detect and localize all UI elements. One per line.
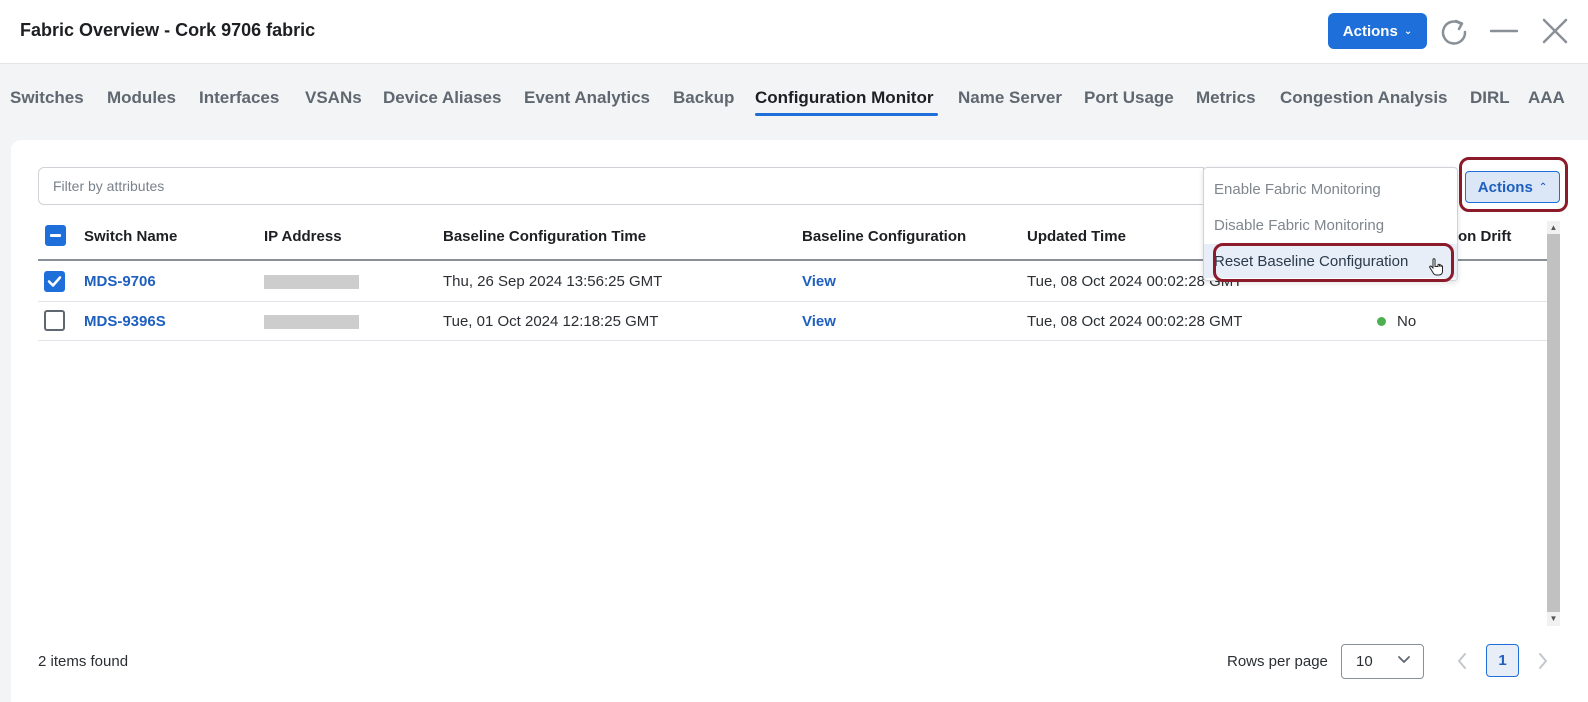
- filter-input[interactable]: [38, 167, 1204, 205]
- page-button[interactable]: 1: [1486, 644, 1519, 677]
- tab-configuration-monitor[interactable]: Configuration Monitor: [755, 88, 933, 108]
- minimize-icon[interactable]: [1490, 18, 1518, 46]
- tab-vsans[interactable]: VSANs: [305, 88, 362, 108]
- menu-item-disable-fabric-monitoring[interactable]: Disable Fabric Monitoring: [1204, 208, 1457, 242]
- column-header-baseline-time[interactable]: Baseline Configuration Time: [443, 228, 646, 245]
- tab-metrics[interactable]: Metrics: [1196, 88, 1256, 108]
- refresh-icon[interactable]: [1439, 17, 1469, 47]
- row-divider: [38, 301, 1547, 302]
- status-dot-green: [1377, 317, 1386, 326]
- tab-name-server[interactable]: Name Server: [958, 88, 1062, 108]
- tab-backup[interactable]: Backup: [673, 88, 734, 108]
- previous-page-icon[interactable]: [1455, 652, 1469, 670]
- rows-per-page-select[interactable]: 10: [1341, 644, 1424, 679]
- tab-port-usage[interactable]: Port Usage: [1084, 88, 1174, 108]
- rows-per-page-value: 10: [1356, 653, 1373, 670]
- tab-aaa[interactable]: AAA: [1528, 88, 1565, 108]
- row-checkbox[interactable]: [44, 271, 65, 292]
- hand-cursor-icon: [1429, 258, 1443, 276]
- column-header-drift[interactable]: on Drift: [1458, 228, 1511, 245]
- header-actions-button[interactable]: Actions ⌄: [1328, 13, 1427, 49]
- tab-dirl[interactable]: DIRL: [1470, 88, 1510, 108]
- drift-status: No: [1397, 313, 1417, 330]
- items-found-count: 2 items found: [38, 653, 129, 670]
- baseline-time: Tue, 01 Oct 2024 12:18:25 GMT: [443, 313, 659, 330]
- tab-interfaces[interactable]: Interfaces: [199, 88, 279, 108]
- scrollbar-thumb[interactable]: [1547, 234, 1560, 612]
- highlight-outline: [1213, 243, 1454, 282]
- tab-device-aliases[interactable]: Device Aliases: [383, 88, 501, 108]
- view-baseline-link[interactable]: View: [802, 313, 836, 330]
- view-baseline-link[interactable]: View: [802, 273, 836, 290]
- updated-time: Tue, 08 Oct 2024 00:02:28 GMT: [1027, 313, 1243, 330]
- tab-congestion-analysis[interactable]: Congestion Analysis: [1280, 88, 1448, 108]
- next-page-icon[interactable]: [1536, 652, 1550, 670]
- row-checkbox[interactable]: [44, 310, 65, 331]
- header-actions-label: Actions: [1342, 22, 1398, 40]
- ip-address-redacted: [264, 275, 359, 289]
- baseline-time: Thu, 26 Sep 2024 13:56:25 GMT: [443, 273, 663, 290]
- scroll-up-arrow-icon[interactable]: ▲: [1547, 221, 1560, 234]
- close-icon[interactable]: [1541, 17, 1569, 45]
- page-title: Fabric Overview - Cork 9706 fabric: [20, 20, 316, 40]
- tab-event-analytics[interactable]: Event Analytics: [524, 88, 650, 108]
- column-header-updated-time[interactable]: Updated Time: [1027, 228, 1126, 245]
- chevron-down-icon: ⌄: [1403, 25, 1413, 37]
- menu-item-enable-fabric-monitoring[interactable]: Enable Fabric Monitoring: [1204, 172, 1457, 206]
- column-header-switch-name[interactable]: Switch Name: [84, 228, 177, 245]
- highlight-outline: [1459, 157, 1568, 212]
- check-icon: [47, 276, 62, 287]
- scroll-down-arrow-icon[interactable]: ▼: [1547, 612, 1560, 625]
- switch-name-link[interactable]: MDS-9706: [84, 273, 156, 290]
- rows-per-page-label: Rows per page: [1227, 653, 1328, 670]
- tab-modules[interactable]: Modules: [107, 88, 176, 108]
- active-tab-indicator: [755, 113, 938, 116]
- column-header-ip-address[interactable]: IP Address: [264, 228, 342, 245]
- column-header-baseline-config[interactable]: Baseline Configuration: [802, 228, 966, 245]
- select-all-checkbox[interactable]: [45, 225, 66, 246]
- chevron-down-icon: [1398, 656, 1410, 663]
- window-header: Fabric Overview - Cork 9706 fabric Actio…: [0, 0, 1588, 64]
- row-divider: [38, 340, 1547, 341]
- ip-address-redacted: [264, 315, 359, 329]
- switch-name-link[interactable]: MDS-9396S: [84, 313, 166, 330]
- tab-switches[interactable]: Switches: [10, 88, 84, 108]
